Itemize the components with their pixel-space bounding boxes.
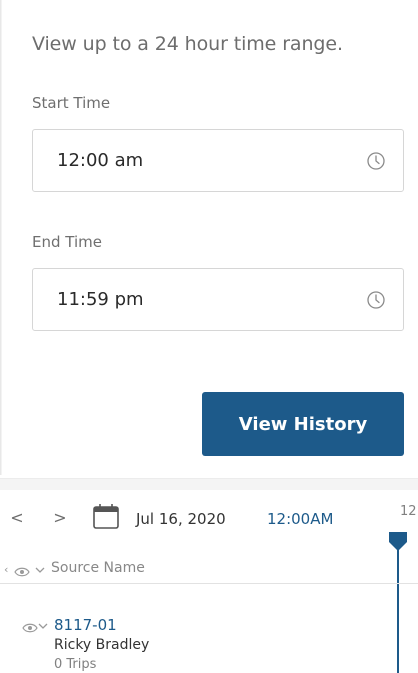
chevron-left-icon[interactable]: ‹: [4, 563, 8, 576]
source-id-link[interactable]: 8117-01: [54, 616, 117, 634]
source-name-column-header[interactable]: Source Name: [51, 560, 145, 576]
eye-icon[interactable]: [14, 566, 30, 578]
selected-time-link[interactable]: 12:00AM: [267, 510, 333, 528]
end-time-label: End Time: [32, 233, 102, 251]
time-range-description: View up to a 24 hour time range.: [32, 33, 343, 55]
hour-tick-label: 12: [400, 504, 417, 519]
clock-icon[interactable]: [366, 151, 386, 171]
selected-date: Jul 16, 2020: [136, 510, 226, 528]
time-range-panel: View up to a 24 hour time range. Start T…: [0, 0, 418, 475]
clock-icon[interactable]: [366, 290, 386, 310]
timeline-section: < > Jul 16, 2020 12:00AM 12 ‹ Source Nam…: [0, 490, 418, 673]
view-history-button[interactable]: View History: [202, 392, 404, 456]
eye-icon[interactable]: [22, 622, 38, 634]
calendar-icon[interactable]: [92, 502, 120, 530]
start-time-label: Start Time: [32, 94, 111, 112]
end-time-input[interactable]: 11:59 pm: [32, 268, 404, 331]
start-time-input[interactable]: 12:00 am: [32, 129, 404, 192]
chevron-down-icon[interactable]: [38, 622, 48, 630]
section-divider: [0, 478, 418, 490]
end-time-value: 11:59 pm: [57, 289, 144, 310]
page: View up to a 24 hour time range. Start T…: [0, 0, 418, 673]
column-header-row: ‹ Source Name: [0, 554, 418, 584]
next-day-button[interactable]: >: [50, 508, 70, 528]
chevron-down-icon[interactable]: [35, 566, 45, 574]
previous-day-button[interactable]: <: [7, 508, 27, 528]
start-time-value: 12:00 am: [57, 150, 144, 171]
trip-count: 0 Trips: [54, 657, 97, 672]
driver-name: Ricky Bradley: [54, 637, 150, 653]
table-row[interactable]: 8117-01 Ricky Bradley 0 Trips: [0, 586, 390, 672]
